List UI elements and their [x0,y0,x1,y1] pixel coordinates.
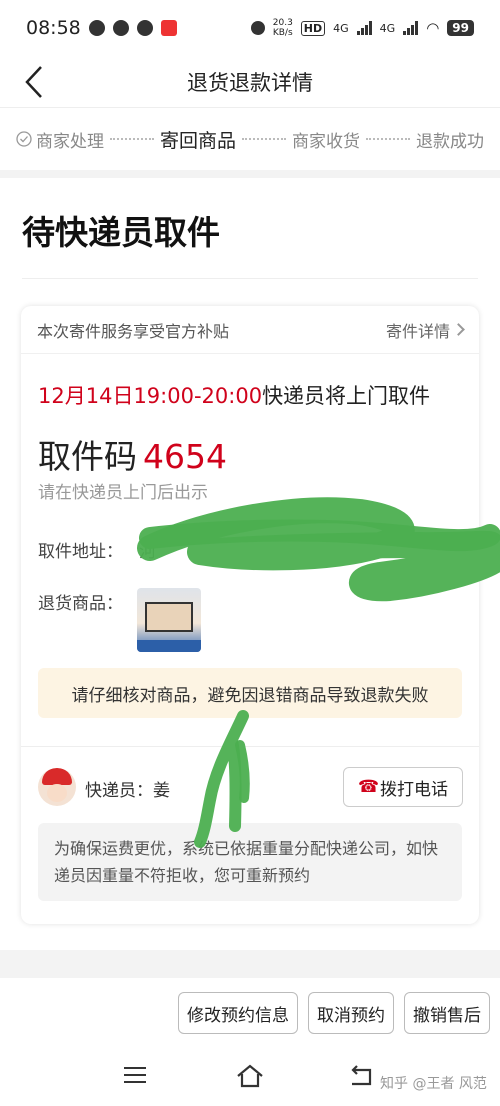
nav-bar: 退货退款详情 [0,56,500,108]
signal-label-2: 4G [379,21,396,35]
app-notification-icon [136,20,153,36]
call-courier-button[interactable]: ☎ 拨打电话 [343,767,463,807]
product-image-banner [137,640,201,652]
product-thumbnail[interactable] [137,588,201,652]
avatar-face [47,784,67,802]
refund-progress: 商家处理 寄回商品 商家收货 退款成功 [0,108,500,178]
status-title: 待快递员取件 [22,213,220,252]
product-image [145,602,193,632]
step-merchant-receipt: 商家收货 [292,127,360,152]
wifi-icon: ◠ [426,19,440,37]
signal-label-1: 4G [333,21,349,35]
app-badge-icon [160,20,177,36]
step-label: 商家处理 [36,131,104,152]
wechat-icon [88,20,105,36]
shipping-details-link[interactable]: 寄件详情 [385,318,465,342]
section-gap [0,950,500,978]
product-label: 退货商品： [38,594,123,614]
pickup-time: 12月14日19:00-20:00快递员将上门取件 [38,380,430,410]
subsidy-text: 本次寄件服务享受官方补贴 [37,321,230,341]
step-return-goods: 寄回商品 [160,126,236,153]
step-connector [366,138,411,140]
system-back-icon[interactable] [348,1062,378,1090]
courier-avatar [38,768,76,806]
warning-notice: 请仔细核对商品，避免因退错商品导致退款失败 [38,668,462,718]
address-value: 河 [139,542,156,562]
back-button[interactable] [14,60,54,104]
step-label: 退款成功 [416,131,485,152]
step-merchant-processing: 商家处理 [16,127,104,152]
call-button-label: 拨打电话 [380,779,448,800]
alarm-status-icon [250,21,265,35]
signal-icon-1 [356,21,372,35]
pickup-card: 本次寄件服务享受官方补贴 寄件详情 12月14日19:00-20:00快递员将上… [21,306,479,924]
courier-name: 快递员：姜 [85,781,170,801]
cancel-appointment-button[interactable]: 取消预约 [308,992,394,1034]
watermark: 知乎 @王者 风范 [380,1076,487,1092]
divider [21,746,479,747]
avatar-cap [42,768,72,785]
policy-note: 为确保运费更优，系统已依据重量分配快递公司，如快递员因重量不符拒收，您可重新预约 [38,823,462,901]
pickup-code: 取件码 4654 [38,430,227,478]
action-bar: 修改预约信息 取消预约 撤销售后 [0,978,500,1048]
modify-appointment-button[interactable]: 修改预约信息 [178,992,298,1034]
alarm-icon [112,20,129,36]
step-connector [242,138,287,140]
battery-icon: 99 [447,20,474,36]
back-arrow-icon [25,66,42,98]
hd-badge: HD [300,20,326,36]
pickup-code-hint: 请在快递员上门后出示 [38,483,208,503]
check-circle-icon [16,131,32,147]
pickup-time-text: 快递员将上门取件 [262,384,431,408]
card-header: 本次寄件服务享受官方补贴 寄件详情 [21,306,479,354]
pickup-code-label: 取件码 [38,437,137,476]
step-label: 寄回商品 [160,129,237,152]
pickup-time-window: 12月14日19:00-20:00 [38,384,263,408]
menu-icon[interactable] [124,1062,154,1090]
step-label: 商家收货 [292,131,361,152]
step-refund-success: 退款成功 [416,127,484,152]
page-header-title: 退货退款详情 [187,70,313,95]
details-link-label: 寄件详情 [385,321,450,341]
address-label: 取件地址： [38,542,123,562]
net-speed: 20.3 KB/s [272,18,293,38]
signal-icon-2 [403,21,419,35]
home-icon[interactable] [235,1062,265,1090]
status-time: 08:58 [26,17,81,39]
withdraw-aftersale-button[interactable]: 撤销售后 [404,992,490,1034]
pickup-code-value: 4654 [143,437,227,476]
step-connector [110,138,154,140]
chevron-right-icon [452,323,465,336]
phone-icon: ☎ [358,777,380,797]
status-bar: 08:58 20.3 KB/s HD 4G 4G ◠ 99 [0,0,500,56]
divider [22,278,478,279]
